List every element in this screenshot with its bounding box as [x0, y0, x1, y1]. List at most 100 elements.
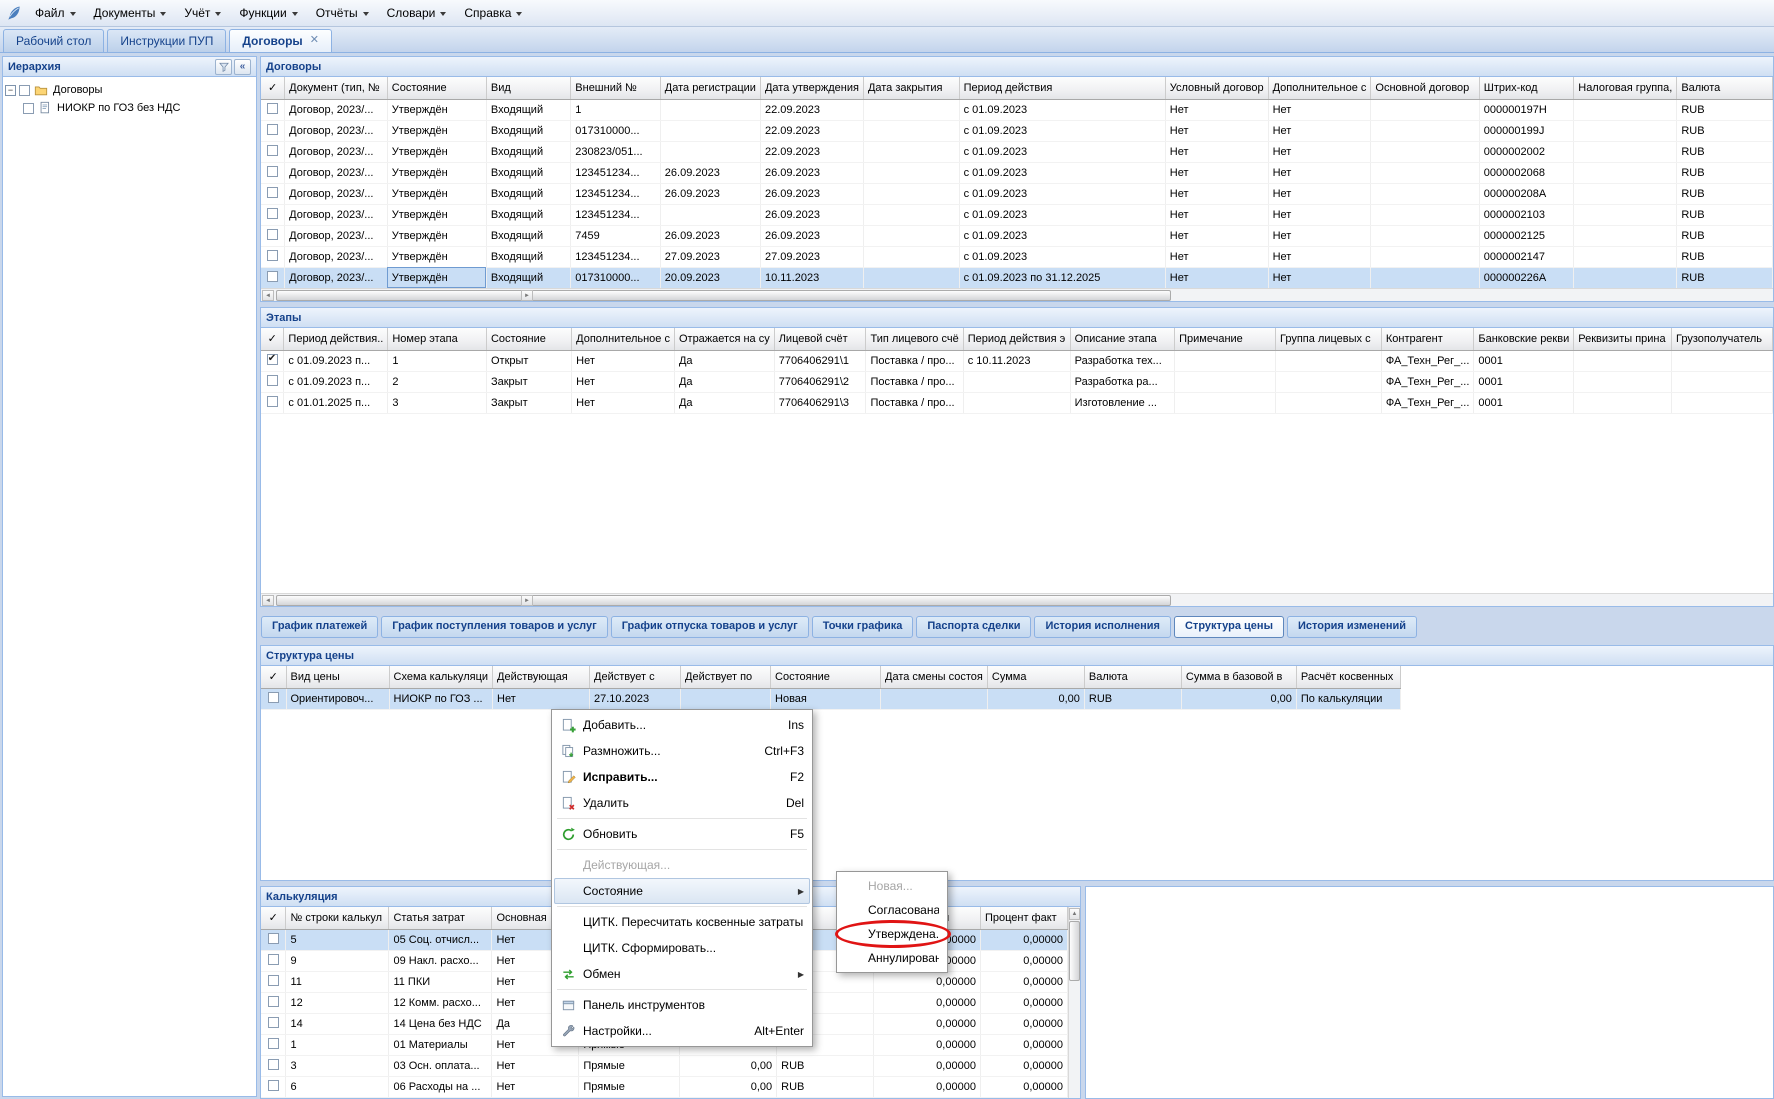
column-header[interactable]: Период действия э — [963, 328, 1070, 350]
row-checkbox[interactable] — [268, 692, 279, 703]
tree-node-checkbox[interactable] — [19, 85, 30, 96]
menu-item-citk-form[interactable]: ЦИТК. Сформировать... — [554, 935, 810, 961]
column-header[interactable]: Основной договор — [1371, 77, 1479, 99]
menu-item-edit[interactable]: Исправить...F2 — [554, 764, 810, 790]
menu-item-delete[interactable]: УдалитьDel — [554, 790, 810, 816]
column-header[interactable]: Дата закрытия — [863, 77, 959, 99]
column-header[interactable]: Состояние — [486, 328, 571, 350]
row-checkbox[interactable] — [267, 103, 278, 114]
column-header[interactable]: Реквизиты прина — [1574, 328, 1672, 350]
column-header[interactable]: Действует с — [590, 666, 681, 688]
column-header[interactable]: Примечание — [1175, 328, 1276, 350]
subtab-deal-passports[interactable]: Паспорта сделки — [916, 616, 1031, 638]
column-header[interactable]: Расчёт косвенных — [1296, 666, 1400, 688]
column-header[interactable]: Дата смены состоя — [881, 666, 988, 688]
row-checkbox[interactable] — [268, 1080, 279, 1091]
table-row[interactable]: Договор, 2023/...УтверждёнВходящий123451… — [261, 246, 1773, 267]
tree-node-child[interactable]: НИОКР по ГОЗ без НДС — [5, 99, 254, 117]
column-header[interactable]: Сумма в базовой в — [1181, 666, 1296, 688]
subtab-goods-receipt-schedule[interactable]: График поступления товаров и услуг — [381, 616, 607, 638]
menu-item-add[interactable]: Добавить...Ins — [554, 712, 810, 738]
column-header[interactable]: Вид — [486, 77, 570, 99]
contracts-hscrollbar[interactable]: ◄ ► — [261, 288, 1773, 301]
menu-item-agreed[interactable]: Согласована... — [839, 898, 945, 922]
column-header[interactable]: Статья затрат — [389, 907, 492, 929]
column-header[interactable]: Контрагент — [1381, 328, 1474, 350]
row-checkbox[interactable] — [267, 375, 278, 386]
table-row[interactable]: Договор, 2023/...УтверждёнВходящий017310… — [261, 120, 1773, 141]
tree-node-root[interactable]: − Договоры — [5, 81, 254, 99]
menu-item-toolbar[interactable]: Панель инструментов — [554, 992, 810, 1018]
column-header[interactable]: № строки калькул — [286, 907, 389, 929]
row-checkbox[interactable] — [268, 1017, 279, 1028]
column-header[interactable]: Валюта — [1677, 77, 1773, 99]
table-row[interactable]: Договор, 2023/...УтверждёнВходящий123451… — [261, 183, 1773, 204]
column-header[interactable]: Схема калькуляци — [389, 666, 493, 688]
row-checkbox[interactable] — [268, 1038, 279, 1049]
subtab-schedule-points[interactable]: Точки графика — [812, 616, 914, 638]
table-row[interactable]: Договор, 2023/...УтверждёнВходящий122.09… — [261, 99, 1773, 120]
row-checkbox[interactable] — [267, 354, 278, 365]
scroll-right-button[interactable]: ► — [521, 595, 533, 606]
menu-item-duplicate[interactable]: Размножить...Ctrl+F3 — [554, 738, 810, 764]
tab-desktop[interactable]: Рабочий стол — [3, 29, 104, 52]
row-checkbox[interactable] — [268, 996, 279, 1007]
menu-item-citk-recalc[interactable]: ЦИТК. Пересчитать косвенные затраты... — [554, 909, 810, 935]
column-header[interactable]: Дата регистрации — [660, 77, 760, 99]
tree-node-checkbox[interactable] — [23, 103, 34, 114]
menu-item-current[interactable]: Действующая... — [554, 852, 810, 878]
column-header[interactable]: Номер этапа — [388, 328, 487, 350]
row-checkbox[interactable] — [267, 229, 278, 240]
column-header[interactable]: Банковские рекви — [1474, 328, 1574, 350]
column-header[interactable]: Дополнительное с — [1268, 77, 1371, 99]
subtab-payment-schedule[interactable]: График платежей — [261, 616, 378, 638]
column-header[interactable]: Действующая — [493, 666, 590, 688]
column-header[interactable]: Состояние — [771, 666, 881, 688]
table-row[interactable]: с 01.09.2023 п...1ОткрытНетДа7706406291\… — [261, 350, 1773, 371]
menubar-item-file[interactable]: Файл — [26, 2, 85, 24]
column-header[interactable]: ✓ — [261, 907, 286, 929]
row-checkbox[interactable] — [267, 250, 278, 261]
column-header[interactable]: Процент факт — [980, 907, 1067, 929]
table-row[interactable]: Ориентировоч...НИОКР по ГОЗ ...Нет27.10.… — [261, 688, 1400, 709]
menubar-item-help[interactable]: Справка — [455, 2, 531, 24]
column-header[interactable]: Документ (тип, № — [285, 77, 388, 99]
column-header[interactable]: Период действия — [959, 77, 1165, 99]
scroll-left-button[interactable]: ◄ — [262, 290, 274, 301]
column-header[interactable]: Налоговая группа, — [1574, 77, 1677, 99]
row-checkbox[interactable] — [268, 954, 279, 965]
column-header[interactable]: Отражается на су — [674, 328, 774, 350]
scroll-thumb[interactable] — [276, 595, 1171, 606]
column-header[interactable]: Условный договор — [1165, 77, 1268, 99]
column-header[interactable]: Лицевой счёт — [774, 328, 866, 350]
menu-item-new[interactable]: Новая... — [839, 874, 945, 898]
table-row[interactable]: с 01.09.2023 п...2ЗакрытНетДа7706406291\… — [261, 371, 1773, 392]
column-header[interactable]: ✓ — [261, 77, 285, 99]
scroll-right-button[interactable]: ► — [521, 290, 533, 301]
table-row[interactable]: Договор, 2023/...УтверждёнВходящий123451… — [261, 162, 1773, 183]
menubar-item-reports[interactable]: Отчёты — [307, 2, 378, 24]
table-row[interactable]: 303 Осн. оплата...НетПрямые0,00RUB0,0000… — [261, 1055, 1068, 1076]
menu-item-exchange[interactable]: Обмен▶ — [554, 961, 810, 987]
tree-expander-icon[interactable]: − — [5, 85, 16, 96]
filter-icon[interactable] — [215, 59, 232, 75]
subtab-execution-history[interactable]: История исполнения — [1034, 616, 1171, 638]
menubar-item-dictionaries[interactable]: Словари — [378, 2, 456, 24]
column-header[interactable]: Дата утверждения — [760, 77, 863, 99]
table-row[interactable]: Договор, 2023/...УтверждёнВходящий230823… — [261, 141, 1773, 162]
column-header[interactable]: Состояние — [387, 77, 486, 99]
scroll-thumb[interactable] — [1069, 921, 1080, 981]
column-header[interactable]: Тип лицевого счё — [866, 328, 963, 350]
column-header[interactable]: Грузополучатель — [1671, 328, 1772, 350]
scroll-thumb[interactable] — [276, 290, 1171, 301]
column-header[interactable]: Вид цены — [286, 666, 389, 688]
menu-item-refresh[interactable]: ОбновитьF5 — [554, 821, 810, 847]
row-checkbox[interactable] — [267, 187, 278, 198]
subtab-price-structure[interactable]: Структура цены — [1174, 616, 1284, 638]
row-checkbox[interactable] — [268, 1059, 279, 1070]
stages-hscrollbar[interactable]: ◄ ► — [261, 593, 1773, 606]
table-row[interactable]: с 01.01.2025 п...3ЗакрытНетДа7706406291\… — [261, 392, 1773, 413]
menubar-item-functions[interactable]: Функции — [230, 2, 306, 24]
menu-item-state[interactable]: Состояние▶ — [554, 878, 810, 904]
column-header[interactable]: ✓ — [261, 666, 286, 688]
